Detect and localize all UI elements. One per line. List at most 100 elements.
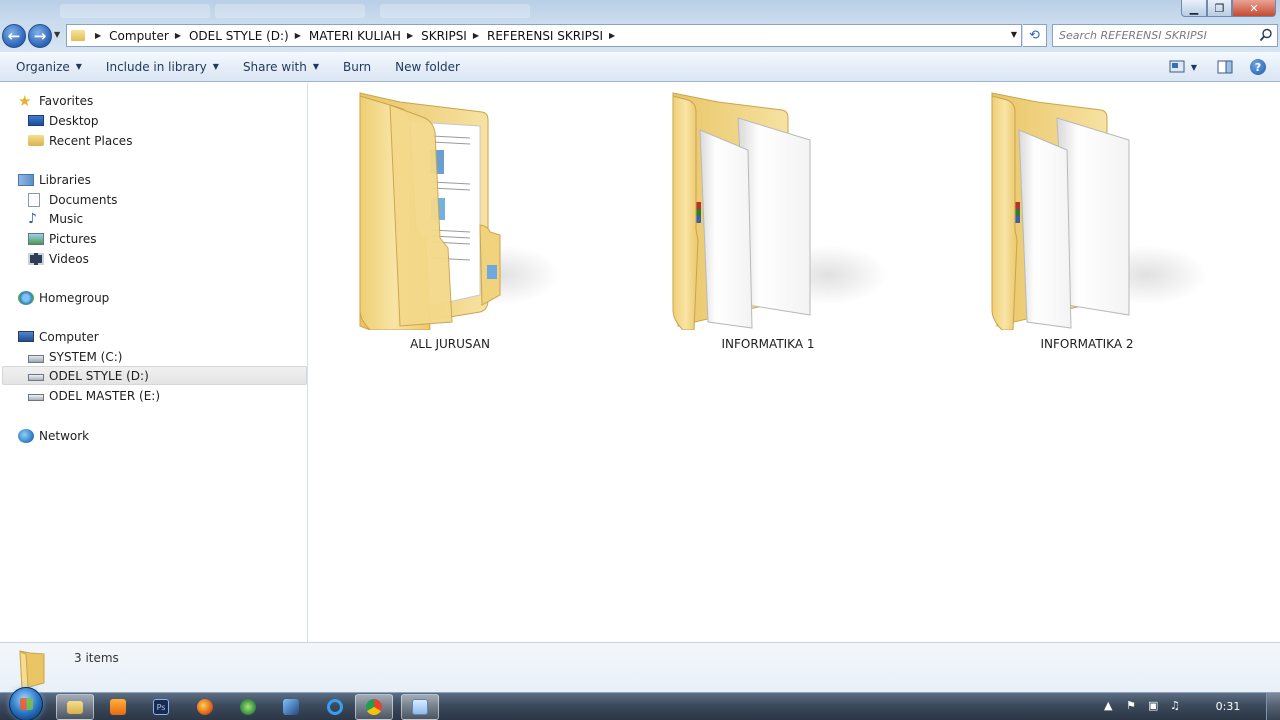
background-window-tab <box>380 4 530 18</box>
folder-item[interactable]: ALL JURUSAN <box>330 90 570 360</box>
chevron-down-icon: ▼ <box>212 62 219 71</box>
help-icon: ? <box>1250 59 1266 75</box>
breadcrumb-drive-d[interactable]: ODEL STYLE (D:) <box>189 29 289 43</box>
nav-drive-e-label: ODEL MASTER (E:) <box>49 388 160 403</box>
nav-homegroup-label: Homegroup <box>39 290 110 305</box>
command-bar: Organize ▼ Include in library ▼ Share with… <box>0 52 1280 82</box>
help-button[interactable]: ? <box>1249 58 1267 76</box>
taskbar-chrome[interactable] <box>355 694 393 720</box>
volume-icon[interactable]: ♫ <box>1170 699 1180 712</box>
burn-button[interactable]: Burn <box>335 56 379 78</box>
taskbar-notepad[interactable] <box>401 694 439 720</box>
chevron-right-icon[interactable]: ▶ <box>295 31 301 40</box>
nav-computer[interactable]: Computer <box>18 327 99 346</box>
recent-places-icon <box>28 135 44 146</box>
action-center-icon[interactable]: ⚑ <box>1126 699 1136 712</box>
close-button[interactable]: ✕ <box>1232 0 1276 17</box>
arrow-right-icon: → <box>33 27 47 45</box>
nav-drive-e[interactable]: ODEL MASTER (E:) <box>28 386 160 405</box>
photoshop-icon: Ps <box>153 699 169 715</box>
nav-music[interactable]: ♪ Music <box>28 209 83 228</box>
documents-icon <box>28 192 40 207</box>
archives-folder-icon <box>991 92 1207 331</box>
include-in-library-button[interactable]: Include in library ▼ <box>98 56 227 78</box>
nav-pictures-label: Pictures <box>49 231 97 246</box>
nav-desktop[interactable]: Desktop <box>28 111 99 130</box>
chevron-right-icon[interactable]: ▶ <box>95 31 101 40</box>
nav-drive-d[interactable]: ODEL STYLE (D:) <box>2 366 307 385</box>
chrome-icon <box>366 699 382 715</box>
nav-favorites[interactable]: ★ Favorites <box>18 91 93 110</box>
firefox-icon <box>197 699 213 715</box>
archives-folder-icon <box>672 92 888 331</box>
recent-pages-dropdown[interactable]: ▼ <box>54 30 60 39</box>
homegroup-icon <box>18 290 34 305</box>
app-icon <box>283 699 299 715</box>
search-icon[interactable] <box>1259 28 1273 42</box>
view-icon <box>1169 60 1185 73</box>
new-folder-button[interactable]: New folder <box>387 56 468 78</box>
nav-libraries[interactable]: Libraries <box>18 170 91 189</box>
nav-recent-places[interactable]: Recent Places <box>28 131 132 150</box>
folder-item[interactable]: INFORMATIKA 2 <box>967 90 1207 360</box>
maximize-button[interactable]: ❐ <box>1207 0 1232 17</box>
show-desktop-button[interactable] <box>1266 693 1280 720</box>
taskbar-photoshop[interactable]: Ps <box>142 694 180 720</box>
taskbar-app[interactable] <box>272 694 310 720</box>
share-with-button[interactable]: Share with ▼ <box>235 56 327 78</box>
search-box[interactable] <box>1052 24 1278 47</box>
refresh-button[interactable]: ⟲ <box>1023 24 1047 47</box>
music-icon: ♪ <box>28 210 37 227</box>
address-history-dropdown[interactable]: ▼ <box>1011 30 1017 39</box>
breadcrumb-skripsi[interactable]: SKRIPSI <box>421 29 467 43</box>
change-view-button[interactable]: ▼ <box>1166 58 1200 76</box>
taskbar-explorer[interactable] <box>56 694 94 720</box>
refresh-icon: ⟲ <box>1029 28 1040 43</box>
chevron-right-icon[interactable]: ▶ <box>609 31 615 40</box>
breadcrumb-computer[interactable]: Computer <box>109 29 169 43</box>
desktop-icon <box>28 115 44 126</box>
chevron-right-icon[interactable]: ▶ <box>175 31 181 40</box>
breadcrumb-referensi-skripsi[interactable]: REFERENSI SKRIPSI <box>487 29 603 43</box>
address-bar[interactable]: ▶ Computer ▶ ODEL STYLE (D:) ▶ MATERI KU… <box>66 24 1022 47</box>
taskbar: Ps ▲ ⚑ ▣ ♫ 0:31 <box>0 687 1280 720</box>
preview-pane-button[interactable] <box>1215 58 1235 76</box>
nav-drive-c-label: SYSTEM (C:) <box>49 349 123 364</box>
network-status-icon[interactable]: ▣ <box>1148 699 1158 712</box>
nav-network[interactable]: Network <box>18 426 89 445</box>
clock[interactable]: 0:31 <box>1200 700 1256 713</box>
nav-documents[interactable]: Documents <box>28 190 117 209</box>
taskbar-internet-explorer[interactable] <box>316 694 354 720</box>
libraries-icon <box>18 173 34 186</box>
back-button[interactable]: ← <box>2 24 26 48</box>
minimize-button[interactable]: ▁ <box>1181 0 1207 17</box>
show-hidden-icons[interactable]: ▲ <box>1104 699 1112 712</box>
breadcrumb-materi-kuliah[interactable]: MATERI KULIAH <box>309 29 401 43</box>
nav-videos[interactable]: Videos <box>28 249 89 268</box>
taskbar-firefox[interactable] <box>186 694 224 720</box>
nav-network-label: Network <box>39 428 90 443</box>
chevron-right-icon[interactable]: ▶ <box>407 31 413 40</box>
nav-drive-c[interactable]: SYSTEM (C:) <box>28 347 122 366</box>
chevron-right-icon[interactable]: ▶ <box>473 31 479 40</box>
globe-icon <box>240 699 256 715</box>
taskbar-media-player[interactable] <box>99 694 137 720</box>
folder-item[interactable]: INFORMATIKA 1 <box>648 90 888 360</box>
organize-button[interactable]: Organize ▼ <box>8 56 90 78</box>
nav-pictures[interactable]: Pictures <box>28 229 97 248</box>
start-button[interactable] <box>9 687 43 720</box>
search-input[interactable] <box>1053 25 1248 46</box>
nav-desktop-label: Desktop <box>49 113 99 128</box>
chevron-down-icon: ▼ <box>75 62 82 71</box>
system-drive-icon <box>28 354 44 363</box>
preview-pane-icon <box>1217 60 1233 74</box>
taskbar-network-app[interactable] <box>229 694 267 720</box>
folder-name: INFORMATIKA 1 <box>721 337 815 351</box>
details-pane: 3 items <box>0 642 1280 692</box>
drive-icon <box>28 394 44 401</box>
item-count: 3 items <box>74 651 119 665</box>
file-list: ALL JURUSAN INFORMATIKA 1 INFORMATIKA 2 <box>309 83 1280 642</box>
folder-icon <box>19 650 45 689</box>
nav-homegroup[interactable]: Homegroup <box>18 288 109 307</box>
forward-button[interactable]: → <box>28 24 52 48</box>
